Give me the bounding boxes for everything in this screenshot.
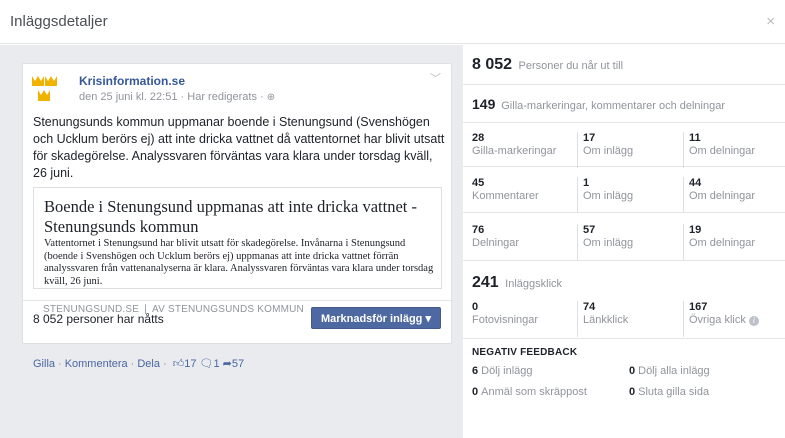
comments-on-post: 1	[583, 177, 590, 189]
other-clicks-label: Övriga klick	[689, 314, 746, 326]
share-link[interactable]: Dela	[137, 358, 160, 370]
likes-on-post: 17	[583, 132, 596, 144]
shares-on-post: 57	[583, 224, 596, 236]
link-source[interactable]: STENUNGSUND.SE | AV STENUNGSUNDS KOMMUN	[43, 304, 304, 315]
clicks-label: Inläggsklick	[505, 278, 563, 290]
photo-views-label: Fotovisningar	[472, 314, 539, 326]
comments-on-shares: 44	[689, 177, 702, 189]
comment-count[interactable]: 1	[213, 358, 219, 370]
share-icon: ➦	[222, 358, 232, 370]
caret-down-icon: ▾	[425, 313, 431, 325]
promote-label: Marknadsför inlägg	[320, 313, 423, 325]
clicks-section: 241 Inläggsklick 0 Fotovisningar 74 Länk…	[463, 261, 785, 339]
other-clicks: 167	[689, 301, 708, 313]
link-clicks-label: Länkklick	[583, 314, 629, 326]
post-text: Stenungsunds kommun uppmanar boende i St…	[33, 115, 445, 180]
link-author: AV STENUNGSUNDS KOMMUN	[151, 304, 304, 315]
like-link[interactable]: Gilla	[33, 358, 55, 370]
reach-label: Personer du når ut till	[518, 60, 624, 72]
shares-on-post-label: Om inlägg	[583, 237, 634, 249]
globe-icon: ⊕	[266, 92, 276, 103]
share-count[interactable]: 57	[232, 358, 244, 370]
divider	[23, 300, 451, 301]
shares-total: 76	[472, 224, 485, 236]
negative-feedback-title: NEGATIV FEEDBACK	[472, 347, 578, 358]
clicks-value: 241	[472, 274, 499, 291]
link-preview[interactable]: Boende i Stenungsund uppmanas att inte d…	[33, 187, 442, 289]
link-title[interactable]: Boende i Stenungsund uppmanas att inte d…	[44, 197, 439, 237]
reach-section: 8 052 Personer du når ut till	[463, 45, 785, 85]
comment-icon: 🗨︎	[199, 358, 214, 370]
post-meta: den 25 juni kl. 22:51 · Har redigerats ·…	[79, 91, 276, 103]
engagement-section: 149 Gilla-markeringar, kommentarer och d…	[463, 85, 785, 123]
thumbs-up-icon: 👍︎	[172, 358, 185, 370]
engagement-label: Gilla-markeringar, kommentarer och delni…	[501, 100, 726, 112]
dialog-header: Inläggsdetaljer ×	[0, 0, 785, 44]
chevron-down-icon[interactable]: ﹀	[430, 70, 441, 86]
like-count[interactable]: 17	[184, 358, 196, 370]
link-domain: STENUNGSUND.SE	[43, 304, 140, 315]
post-date[interactable]: den 25 juni kl. 22:51	[79, 91, 177, 103]
report-spam-stat: 0 Anmäl som skräppost	[472, 386, 587, 398]
info-icon[interactable]: i	[748, 316, 759, 326]
hide-post-stat: 6 Dölj inlägg	[472, 365, 533, 377]
reach-value: 8 052	[472, 56, 513, 73]
link-clicks: 74	[583, 301, 596, 313]
likes-total: 28	[472, 132, 485, 144]
post-card: Krisinformation.se den 25 juni kl. 22:51…	[22, 63, 452, 370]
page-name-link[interactable]: Krisinformation.se	[79, 74, 185, 88]
shares-row: 76 Delningar 57 Om inlägg 19 Om delninga…	[463, 213, 785, 261]
post-details-dialog: Inläggsdetaljer × Krisinformation.se den…	[0, 0, 785, 438]
post-actions: Gilla · Kommentera · Dela · 👍︎17 🗨︎1 ➦57	[33, 358, 245, 370]
crown-logo-icon[interactable]	[31, 74, 69, 104]
link-description: Vattentornet i Stenungsund har blivit ut…	[44, 238, 434, 287]
comments-on-shares-label: Om delningar	[689, 190, 756, 202]
close-button[interactable]: ×	[766, 13, 775, 30]
shares-on-shares-label: Om delningar	[689, 237, 756, 249]
likes-on-shares: 11	[689, 132, 701, 144]
likes-row: 28 Gilla-markeringar 17 Om inlägg 11 Om …	[463, 123, 785, 168]
photo-views: 0	[472, 301, 479, 313]
comments-total-label: Kommentarer	[472, 190, 539, 202]
shares-total-label: Delningar	[472, 237, 520, 249]
edited-label[interactable]: Har redigerats	[187, 91, 257, 103]
insights-pane: 8 052 Personer du når ut till 149 Gilla-…	[463, 45, 785, 438]
promote-post-button[interactable]: Marknadsför inlägg ▾	[310, 307, 441, 329]
comments-on-post-label: Om inlägg	[583, 190, 634, 202]
shares-on-shares: 19	[689, 224, 702, 236]
likes-on-shares-label: Om delningar	[689, 145, 756, 157]
likes-total-label: Gilla-markeringar	[472, 145, 557, 157]
comment-link[interactable]: Kommentera	[65, 358, 128, 370]
comments-row: 45 Kommentarer 1 Om inlägg 44 Om delning…	[463, 167, 785, 213]
dialog-title: Inläggsdetaljer	[10, 13, 108, 30]
hide-all-stat: 0 Dölj alla inlägg	[629, 365, 710, 377]
unlike-page-stat: 0 Sluta gilla sida	[629, 386, 710, 398]
engagement-value: 149	[472, 96, 496, 112]
likes-on-post-label: Om inlägg	[583, 145, 634, 157]
post-preview-pane: Krisinformation.se den 25 juni kl. 22:51…	[0, 45, 463, 438]
comments-total: 45	[472, 177, 485, 189]
